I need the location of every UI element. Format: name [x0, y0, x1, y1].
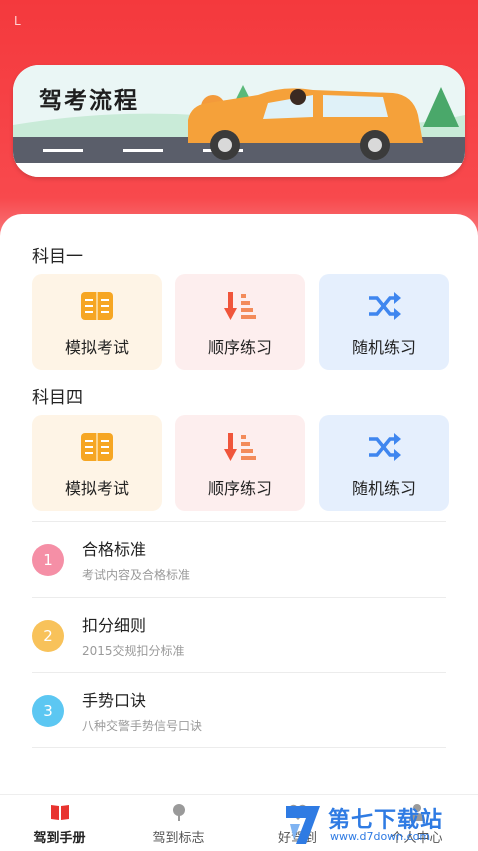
tab-handbook[interactable]: 驾到手册 — [0, 795, 119, 851]
watermark: 第七下载站 www.d7down.com — [282, 800, 478, 850]
banner-title: 驾考流程 — [39, 88, 139, 114]
watermark-logo-icon — [286, 806, 320, 844]
subject-four-sequential-practice-button[interactable]: 顺序练习 — [175, 415, 305, 511]
subject-four-random-practice-button[interactable]: 随机练习 — [319, 415, 449, 511]
list-item-deduction-rules[interactable]: 2 扣分细则 2015交规扣分标准 — [32, 597, 446, 672]
driving-process-banner[interactable]: 驾考流程 — [13, 65, 465, 177]
list-item-subtitle: 2015交规扣分标准 — [82, 644, 185, 658]
book-icon — [81, 292, 113, 320]
sort-icon — [224, 292, 256, 320]
tab-signs[interactable]: 驾到标志 — [119, 795, 238, 851]
status-bar-glyph: L — [14, 14, 21, 28]
subject-four-mock-exam-button[interactable]: 模拟考试 — [32, 415, 162, 511]
sort-icon — [224, 433, 256, 461]
number-badge: 3 — [32, 695, 64, 727]
subject-four-title: 科目四 — [32, 388, 83, 408]
handbook-icon — [51, 805, 69, 820]
list-item-title: 扣分细则 — [82, 616, 147, 635]
tile-label: 顺序练习 — [207, 479, 272, 498]
number-badge: 2 — [32, 620, 64, 652]
number-badge: 1 — [32, 544, 64, 576]
subject-one-random-practice-button[interactable]: 随机练习 — [319, 274, 449, 370]
divider — [32, 747, 446, 748]
tile-label: 随机练习 — [351, 338, 416, 357]
shuffle-icon — [369, 433, 401, 461]
book-icon — [81, 433, 113, 461]
list-item-pass-standard[interactable]: 1 合格标准 考试内容及合格标准 — [32, 521, 446, 596]
sign-icon — [173, 804, 185, 821]
tab-label: 驾到标志 — [152, 831, 205, 846]
list-item-subtitle: 考试内容及合格标准 — [82, 568, 191, 582]
subject-one-mock-exam-button[interactable]: 模拟考试 — [32, 274, 162, 370]
subject-one-sequential-practice-button[interactable]: 顺序练习 — [175, 274, 305, 370]
tile-label: 随机练习 — [351, 479, 416, 498]
list-item-title: 手势口诀 — [82, 691, 147, 710]
tile-label: 模拟考试 — [64, 338, 129, 357]
subject-one-title: 科目一 — [32, 247, 83, 267]
tile-label: 顺序练习 — [207, 338, 272, 357]
watermark-url: www.d7down.com — [330, 830, 431, 843]
tab-label: 驾到手册 — [33, 831, 86, 846]
tile-label: 模拟考试 — [64, 479, 129, 498]
list-item-title: 合格标准 — [82, 540, 147, 559]
list-item-subtitle: 八种交警手势信号口诀 — [82, 719, 203, 733]
shuffle-icon — [369, 292, 401, 320]
list-item-hand-signals[interactable]: 3 手势口诀 八种交警手势信号口诀 — [32, 672, 446, 747]
